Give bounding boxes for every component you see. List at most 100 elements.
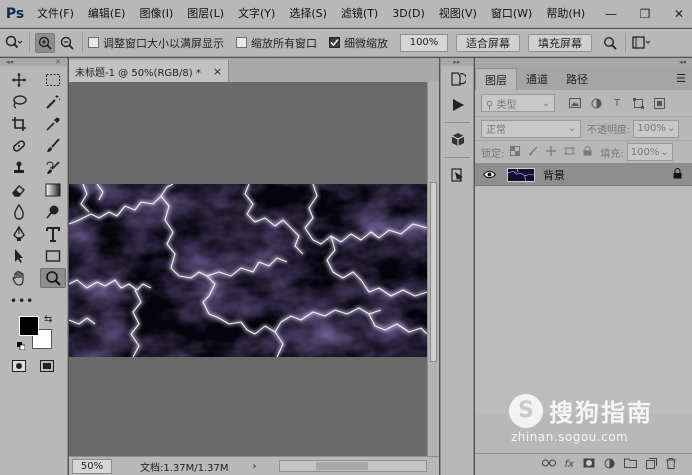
eyedropper-tool-icon[interactable]	[40, 114, 66, 134]
dodge-tool-icon[interactable]	[40, 202, 66, 222]
opacity-field[interactable]: 100% ⌄	[633, 119, 680, 138]
document-size-info[interactable]: 文档:1.37M/1.37M	[140, 459, 229, 474]
canvas-workspace[interactable]	[69, 82, 427, 456]
fill-screen-button[interactable]: 填充屏幕	[528, 33, 592, 52]
menu-edit[interactable]: 编辑(E)	[81, 0, 133, 28]
restore-button[interactable]: ❐	[638, 7, 652, 21]
zoom-in-icon[interactable]	[35, 32, 55, 53]
more-tools-icon[interactable]: •••	[0, 294, 67, 308]
menu-view[interactable]: 视图(V)	[432, 0, 484, 28]
panel-menu-icon[interactable]: ☰	[676, 72, 686, 85]
folder-icon[interactable]	[624, 458, 637, 471]
vertical-scroll-thumb[interactable]	[430, 182, 437, 362]
menu-select[interactable]: 选择(S)	[282, 0, 334, 28]
zoom-level-field[interactable]: 50%	[72, 458, 112, 474]
blend-mode-select[interactable]: 正常 ⌄	[481, 119, 581, 138]
mask-icon[interactable]	[583, 458, 595, 471]
canvas-image[interactable]	[69, 184, 427, 357]
fill-field[interactable]: 100% ⌄	[626, 143, 673, 161]
clone-stamp-tool-icon[interactable]	[6, 158, 32, 178]
3d-panel-icon[interactable]	[441, 127, 475, 153]
type-tool-icon[interactable]	[40, 224, 66, 244]
lock-all-icon[interactable]	[583, 145, 592, 159]
zoom-all-windows-checkbox[interactable]: 缩放所有窗口	[236, 35, 317, 51]
pen-tool-icon[interactable]	[6, 224, 32, 244]
properties-panel-icon[interactable]	[441, 162, 475, 188]
tab-channels[interactable]: 通道	[517, 68, 557, 90]
crop-tool-icon[interactable]	[6, 114, 32, 134]
lock-image-icon[interactable]	[528, 146, 538, 159]
fit-screen-button[interactable]: 适合屏幕	[456, 33, 520, 52]
lasso-tool-icon[interactable]	[6, 92, 32, 112]
search-icon[interactable]	[600, 33, 620, 53]
marquee-tool-icon[interactable]	[40, 70, 66, 90]
zoom-out-icon[interactable]	[57, 33, 77, 53]
tab-paths[interactable]: 路径	[557, 68, 597, 90]
zoom-tool-preset-icon[interactable]	[4, 33, 24, 53]
blur-tool-icon[interactable]	[6, 202, 32, 222]
menu-3d[interactable]: 3D(D)	[385, 0, 432, 28]
layer-filter-select[interactable]: ⚲ 类型 ⌄	[481, 94, 555, 112]
healing-brush-tool-icon[interactable]	[6, 136, 32, 156]
swap-colors-icon[interactable]: ⇆	[44, 314, 52, 325]
minimize-button[interactable]: —	[604, 7, 618, 21]
actions-play-icon[interactable]	[441, 92, 475, 118]
checkbox-box[interactable]	[88, 37, 99, 48]
menu-file[interactable]: 文件(F)	[30, 0, 81, 28]
close-button[interactable]: ✕	[672, 7, 686, 21]
workspace-icon[interactable]	[631, 33, 651, 53]
quick-mask-icon[interactable]	[12, 360, 26, 375]
horizontal-scrollbar[interactable]	[279, 460, 427, 472]
history-panel-icon[interactable]	[441, 66, 475, 92]
new-layer-icon[interactable]	[646, 457, 657, 472]
status-menu-arrow-icon[interactable]: ›	[253, 461, 257, 472]
filter-type-icon[interactable]: T	[611, 97, 623, 109]
rectangle-tool-icon[interactable]	[40, 246, 66, 266]
zoom-tool-icon[interactable]	[40, 268, 66, 288]
checkbox-box[interactable]	[236, 37, 247, 48]
menu-help[interactable]: 帮助(H)	[539, 0, 592, 28]
filter-pixel-icon[interactable]	[569, 97, 581, 109]
filter-shape-icon[interactable]	[632, 97, 644, 109]
scrubby-zoom-checkbox[interactable]: 细微缩放	[329, 35, 388, 51]
filter-smart-object-icon[interactable]	[653, 97, 665, 109]
trash-icon[interactable]	[666, 457, 676, 472]
document-tab[interactable]: 未标题-1 @ 50%(RGB/8) * ×	[69, 60, 230, 82]
hand-tool-icon[interactable]	[6, 268, 32, 288]
move-tool-icon[interactable]	[6, 70, 32, 90]
lock-artboard-icon[interactable]	[564, 146, 576, 159]
history-brush-tool-icon[interactable]	[40, 158, 66, 178]
tab-layers[interactable]: 图层	[475, 68, 517, 90]
tools-panel-grip[interactable]: ◂◂ ✕	[0, 58, 67, 66]
brush-tool-icon[interactable]	[40, 136, 66, 156]
layer-row[interactable]: 背景	[475, 164, 692, 186]
zoom-percent-field[interactable]: 100%	[400, 33, 448, 52]
menu-filter[interactable]: 滤镜(T)	[334, 0, 385, 28]
filter-adjustment-icon[interactable]	[590, 97, 602, 109]
lock-transparent-icon[interactable]	[510, 145, 521, 159]
layer-thumbnail[interactable]	[507, 167, 535, 182]
layer-name[interactable]: 背景	[543, 167, 565, 183]
eye-icon[interactable]	[483, 170, 497, 179]
checkbox-checked[interactable]	[329, 37, 340, 48]
panel-grip[interactable]: ◂◂	[475, 58, 692, 66]
screen-mode-icon[interactable]	[40, 360, 54, 375]
resize-windows-checkbox[interactable]: 调整窗口大小以满屏显示	[88, 35, 224, 51]
vertical-scrollbar[interactable]	[427, 82, 439, 456]
foreground-color-swatch[interactable]	[19, 316, 39, 336]
adjustment-icon[interactable]	[604, 458, 615, 472]
menu-image[interactable]: 图像(I)	[132, 0, 180, 28]
menu-type[interactable]: 文字(Y)	[231, 0, 282, 28]
gradient-tool-icon[interactable]	[40, 180, 66, 200]
dock-grip[interactable]: ▸▸	[441, 58, 473, 66]
fx-icon[interactable]: fx	[565, 459, 574, 470]
close-tab-icon[interactable]: ×	[213, 65, 222, 78]
default-colors-icon[interactable]	[17, 340, 26, 351]
eraser-tool-icon[interactable]	[6, 180, 32, 200]
link-icon[interactable]	[541, 459, 556, 470]
menu-layer[interactable]: 图层(L)	[180, 0, 231, 28]
path-selection-tool-icon[interactable]	[6, 246, 32, 266]
lock-position-icon[interactable]	[546, 145, 557, 159]
horizontal-scroll-thumb[interactable]	[316, 462, 368, 470]
magic-wand-tool-icon[interactable]	[40, 92, 66, 112]
